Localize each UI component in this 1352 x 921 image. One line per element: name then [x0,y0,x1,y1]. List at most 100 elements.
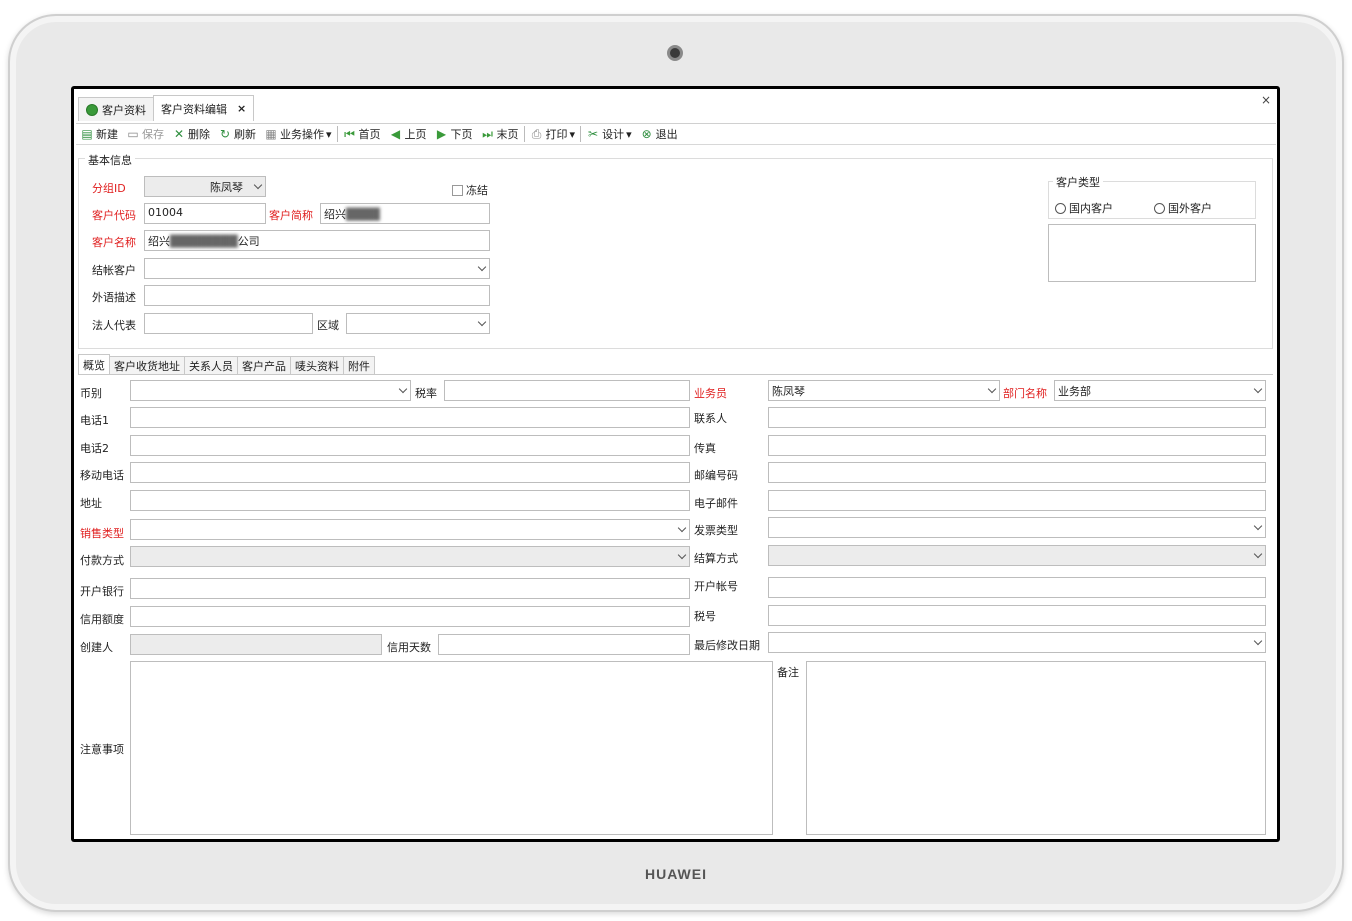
freeze-checkbox[interactable]: 冻结 [452,182,488,198]
dept-select[interactable]: 业务部 [1054,380,1266,401]
device-brand: HUAWEI [645,866,707,882]
credit-days-label: 信用天数 [387,641,431,654]
customer-code-label: 客户代码 [92,209,136,222]
redacted-text: ████ [346,208,380,221]
new-doc-icon: ▤ [81,127,93,141]
chevron-down-icon [1253,521,1263,531]
zip-input[interactable] [768,462,1266,483]
customer-code-input[interactable]: 01004 [144,203,266,224]
chevron-down-icon [1253,636,1263,646]
close-icon[interactable]: × [237,102,246,115]
legal-rep-label: 法人代表 [92,319,136,332]
print-button[interactable]: ⎙ 打印 ▾ [526,124,580,144]
contact-input[interactable] [768,407,1266,428]
next-page-icon: ▶ [436,127,447,141]
phone2-input[interactable] [130,435,690,456]
mobile-label: 移动电话 [80,469,124,482]
fax-input[interactable] [768,435,1266,456]
tab-customer-edit[interactable]: 客户资料编辑 × [153,95,255,121]
toolbar: ▤ 新建 ▭ 保存 ✕ 删除 ↻ 刷新 ▦ 业务操作 ▾ ⏮ 首页 ◀ 上页 ▶ 下页 ⏭ 末页 ⎙… [76,123,1276,145]
refresh-icon: ↻ [219,127,231,141]
detail-tabs: 概览 客户收货地址 关系人员 客户产品 唛头资料 附件 [78,354,1273,375]
delete-button[interactable]: ✕ 删除 [168,124,214,144]
credit-days-input[interactable] [438,634,690,655]
printer-icon: ⎙ [531,126,542,141]
account-label: 开户帐号 [694,580,738,593]
tab-customer-info[interactable]: 客户资料 [78,97,154,121]
tab-products[interactable]: 客户产品 [237,356,291,374]
pay-method-select[interactable] [130,546,690,567]
settle-method-select[interactable] [768,545,1266,566]
tax-rate-input[interactable] [444,380,690,401]
phone1-input[interactable] [130,407,690,428]
group-id-select[interactable]: 陈凤琴 [144,176,266,197]
customer-name-input[interactable]: 绍兴████████公司 [144,230,490,251]
zip-label: 邮编号码 [694,469,738,482]
last-modified-select[interactable] [768,632,1266,653]
first-page-button[interactable]: ⏮ 首页 [339,124,385,144]
refresh-button[interactable]: ↻ 刷新 [214,124,260,144]
document-tabs: 客户资料 客户资料编辑 × [78,95,255,121]
credit-limit-input[interactable] [130,606,690,627]
customer-short-input[interactable]: 绍兴████ [320,203,490,224]
chevron-down-icon [987,384,997,394]
tools-icon: ✂ [588,127,599,141]
area-select[interactable] [346,313,490,334]
tab-attachments[interactable]: 附件 [343,356,375,374]
bank-input[interactable] [130,578,690,599]
creator-input[interactable] [130,634,382,655]
design-button[interactable]: ✂ 设计 ▾ [582,124,636,144]
overseas-radio[interactable]: 国外客户 [1154,200,1212,216]
exit-button[interactable]: ⊗ 退出 [636,124,682,144]
tab-overview[interactable]: 概览 [78,354,110,374]
tab-delivery-address[interactable]: 客户收货地址 [109,356,185,374]
tab-label: 客户资料 [102,103,146,117]
remark-textarea[interactable] [806,661,1266,835]
sales-type-select[interactable] [130,519,690,540]
customer-type-panel [1048,224,1256,282]
salesman-select[interactable]: 陈凤琴 [768,380,1000,401]
chevron-down-icon [677,550,687,560]
app-window: 客户资料 客户资料编辑 × × ▤ 新建 ▭ 保存 ✕ 删除 ↻ 刷新 ▦ 业务操作 ▾ ⏮… [74,89,1277,839]
notes-textarea[interactable] [130,661,773,835]
prev-page-icon: ◀ [390,127,401,141]
foreign-desc-input[interactable] [144,285,490,306]
chevron-down-icon [1253,549,1263,559]
email-input[interactable] [768,490,1266,511]
invoice-type-select[interactable] [768,517,1266,538]
address-label: 地址 [80,497,102,510]
legal-rep-input[interactable] [144,313,313,334]
window-close-icon[interactable]: × [1261,93,1271,107]
business-menu-button[interactable]: ▦ 业务操作 ▾ [260,124,336,144]
chevron-down-icon [677,523,687,533]
chevron-down-icon [477,317,487,327]
tab-contacts[interactable]: 关系人员 [184,356,238,374]
domestic-radio[interactable]: 国内客户 [1055,200,1113,216]
toolbar-separator [336,126,338,142]
redacted-text: ████████ [170,235,238,248]
checkbox-icon [452,185,463,196]
settle-customer-select[interactable] [144,258,490,279]
chevron-down-icon [398,384,408,394]
contact-label: 联系人 [694,412,727,425]
account-input[interactable] [768,577,1266,598]
last-modified-label: 最后修改日期 [694,639,760,652]
toolbar-separator [580,126,582,142]
last-page-button[interactable]: ⏭ 末页 [477,124,523,144]
next-page-button[interactable]: ▶ 下页 [431,124,477,144]
remark-label: 备注 [777,666,799,679]
save-button[interactable]: ▭ 保存 [122,124,168,144]
tax-no-input[interactable] [768,605,1266,626]
prev-page-button[interactable]: ◀ 上页 [385,124,431,144]
customer-type-legend: 客户类型 [1053,174,1103,190]
currency-select[interactable] [130,380,411,401]
foreign-desc-label: 外语描述 [92,291,136,304]
address-input[interactable] [130,490,690,511]
customer-short-label: 客户简称 [269,209,313,222]
tab-shipping-marks[interactable]: 唛头资料 [290,356,344,374]
new-button[interactable]: ▤ 新建 [76,124,122,144]
sales-type-label: 销售类型 [80,527,124,540]
mobile-input[interactable] [130,462,690,483]
dropdown-arrow-icon: ▾ [569,127,576,141]
chevron-down-icon [477,262,487,272]
